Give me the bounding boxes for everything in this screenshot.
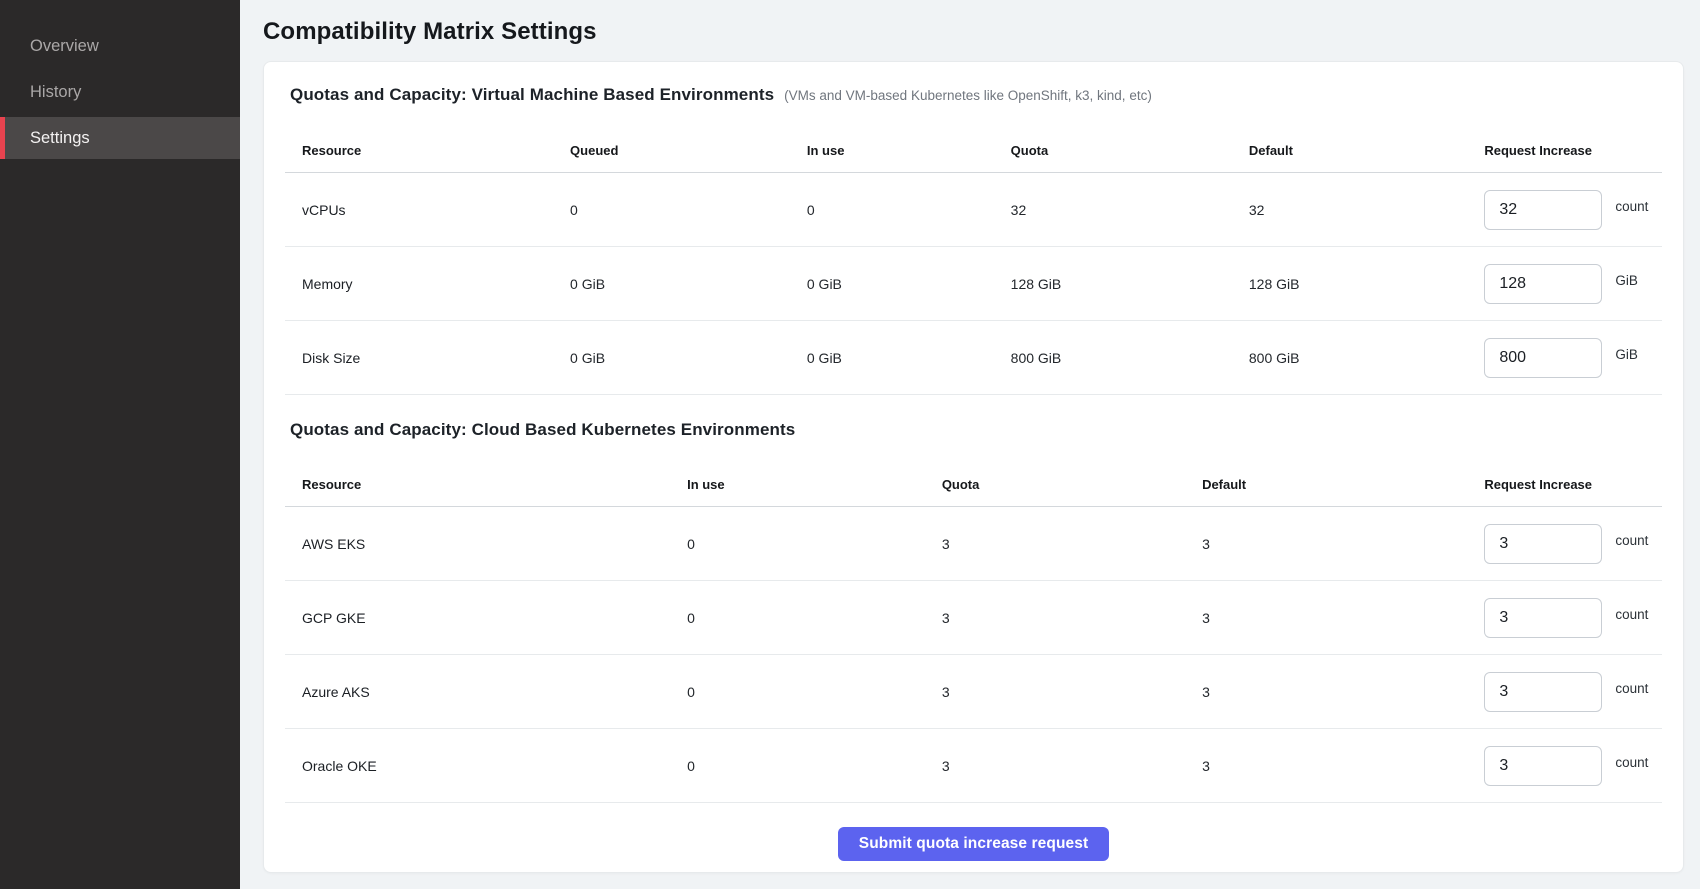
table-row: Disk Size 0 GiB 0 GiB 800 GiB 800 GiB Gi… xyxy=(285,321,1662,395)
request-increase-cell: count xyxy=(1484,746,1662,786)
queued-value: 0 GiB xyxy=(570,350,807,366)
table-row: vCPUs 0 0 32 32 count xyxy=(285,173,1662,247)
submit-row: Submit quota increase request xyxy=(285,827,1662,861)
table-row: Oracle OKE 0 3 3 count xyxy=(285,729,1662,803)
vm-section-header: Quotas and Capacity: Virtual Machine Bas… xyxy=(290,84,1662,107)
request-increase-input[interactable] xyxy=(1484,672,1602,712)
default-value: 3 xyxy=(1202,536,1484,552)
vm-section-subtitle: (VMs and VM-based Kubernetes like OpenSh… xyxy=(784,85,1152,107)
column-header-request-increase: Request Increase xyxy=(1484,143,1662,158)
default-value: 32 xyxy=(1249,202,1484,218)
quota-value: 3 xyxy=(942,610,1202,626)
in-use-value: 0 xyxy=(687,536,942,552)
sidebar-item-history[interactable]: History xyxy=(0,71,240,113)
in-use-value: 0 xyxy=(687,758,942,774)
resource-name: AWS EKS xyxy=(285,536,687,552)
in-use-value: 0 xyxy=(687,684,942,700)
cloud-section-header: Quotas and Capacity: Cloud Based Kuberne… xyxy=(290,419,1662,441)
column-header-default: Default xyxy=(1249,143,1484,158)
in-use-value: 0 GiB xyxy=(807,276,1011,292)
request-increase-input[interactable] xyxy=(1484,598,1602,638)
table-row: AWS EKS 0 3 3 count xyxy=(285,507,1662,581)
request-increase-cell: count xyxy=(1484,524,1662,564)
sidebar-item-label: Settings xyxy=(30,129,90,148)
sidebar-item-overview[interactable]: Overview xyxy=(0,25,240,67)
quota-value: 32 xyxy=(1011,202,1249,218)
resource-name: Disk Size xyxy=(285,350,570,366)
column-header-request-increase: Request Increase xyxy=(1484,477,1662,492)
request-increase-input[interactable] xyxy=(1484,338,1602,378)
in-use-value: 0 xyxy=(807,202,1011,218)
in-use-value: 0 GiB xyxy=(807,350,1011,366)
quota-value: 3 xyxy=(942,684,1202,700)
unit-label: count xyxy=(1615,607,1648,622)
resource-name: Oracle OKE xyxy=(285,758,687,774)
column-header-in-use: In use xyxy=(687,477,942,492)
request-increase-cell: count xyxy=(1484,190,1662,230)
resource-name: GCP GKE xyxy=(285,610,687,626)
default-value: 3 xyxy=(1202,758,1484,774)
resource-name: vCPUs xyxy=(285,202,570,218)
column-header-in-use: In use xyxy=(807,143,1011,158)
default-value: 3 xyxy=(1202,684,1484,700)
submit-quota-increase-button[interactable]: Submit quota increase request xyxy=(838,827,1109,861)
resource-name: Memory xyxy=(285,276,570,292)
app-window: Overview History Settings Compatibility … xyxy=(0,0,1700,889)
quota-value: 3 xyxy=(942,758,1202,774)
table-row: GCP GKE 0 3 3 count xyxy=(285,581,1662,655)
unit-label: count xyxy=(1615,755,1648,770)
quota-value: 128 GiB xyxy=(1011,276,1249,292)
default-value: 800 GiB xyxy=(1249,350,1484,366)
resource-name: Azure AKS xyxy=(285,684,687,700)
sidebar: Overview History Settings xyxy=(0,0,240,889)
quota-value: 3 xyxy=(942,536,1202,552)
column-header-queued: Queued xyxy=(570,143,807,158)
unit-label: GiB xyxy=(1615,273,1638,288)
column-header-quota: Quota xyxy=(1011,143,1249,158)
sidebar-item-label: Overview xyxy=(30,37,99,56)
quota-value: 800 GiB xyxy=(1011,350,1249,366)
unit-label: count xyxy=(1615,681,1648,696)
vm-section-title: Quotas and Capacity: Virtual Machine Bas… xyxy=(290,84,774,106)
request-increase-input[interactable] xyxy=(1484,190,1602,230)
request-increase-input[interactable] xyxy=(1484,524,1602,564)
queued-value: 0 GiB xyxy=(570,276,807,292)
sidebar-item-label: History xyxy=(30,83,81,102)
unit-label: GiB xyxy=(1615,347,1638,362)
column-header-resource: Resource xyxy=(285,477,687,492)
unit-label: count xyxy=(1615,199,1648,214)
unit-label: count xyxy=(1615,533,1648,548)
in-use-value: 0 xyxy=(687,610,942,626)
cloud-quota-table: Resource In use Quota Default Request In… xyxy=(285,455,1662,803)
request-increase-input[interactable] xyxy=(1484,264,1602,304)
default-value: 128 GiB xyxy=(1249,276,1484,292)
table-row: Azure AKS 0 3 3 count xyxy=(285,655,1662,729)
cloud-section-title: Quotas and Capacity: Cloud Based Kuberne… xyxy=(290,419,795,441)
vm-quota-table: Resource Queued In use Quota Default Req… xyxy=(285,121,1662,395)
queued-value: 0 xyxy=(570,202,807,218)
request-increase-input[interactable] xyxy=(1484,746,1602,786)
request-increase-cell: GiB xyxy=(1484,338,1662,378)
page-title: Compatibility Matrix Settings xyxy=(263,18,1684,46)
request-increase-cell: count xyxy=(1484,598,1662,638)
settings-card: Quotas and Capacity: Virtual Machine Bas… xyxy=(263,61,1684,873)
request-increase-cell: count xyxy=(1484,672,1662,712)
default-value: 3 xyxy=(1202,610,1484,626)
vm-table-header: Resource Queued In use Quota Default Req… xyxy=(285,121,1662,173)
request-increase-cell: GiB xyxy=(1484,264,1662,304)
column-header-quota: Quota xyxy=(942,477,1202,492)
sidebar-item-settings[interactable]: Settings xyxy=(0,117,240,159)
cloud-table-header: Resource In use Quota Default Request In… xyxy=(285,455,1662,507)
main-content: Compatibility Matrix Settings Quotas and… xyxy=(240,0,1700,889)
column-header-default: Default xyxy=(1202,477,1484,492)
column-header-resource: Resource xyxy=(285,143,570,158)
table-row: Memory 0 GiB 0 GiB 128 GiB 128 GiB GiB xyxy=(285,247,1662,321)
